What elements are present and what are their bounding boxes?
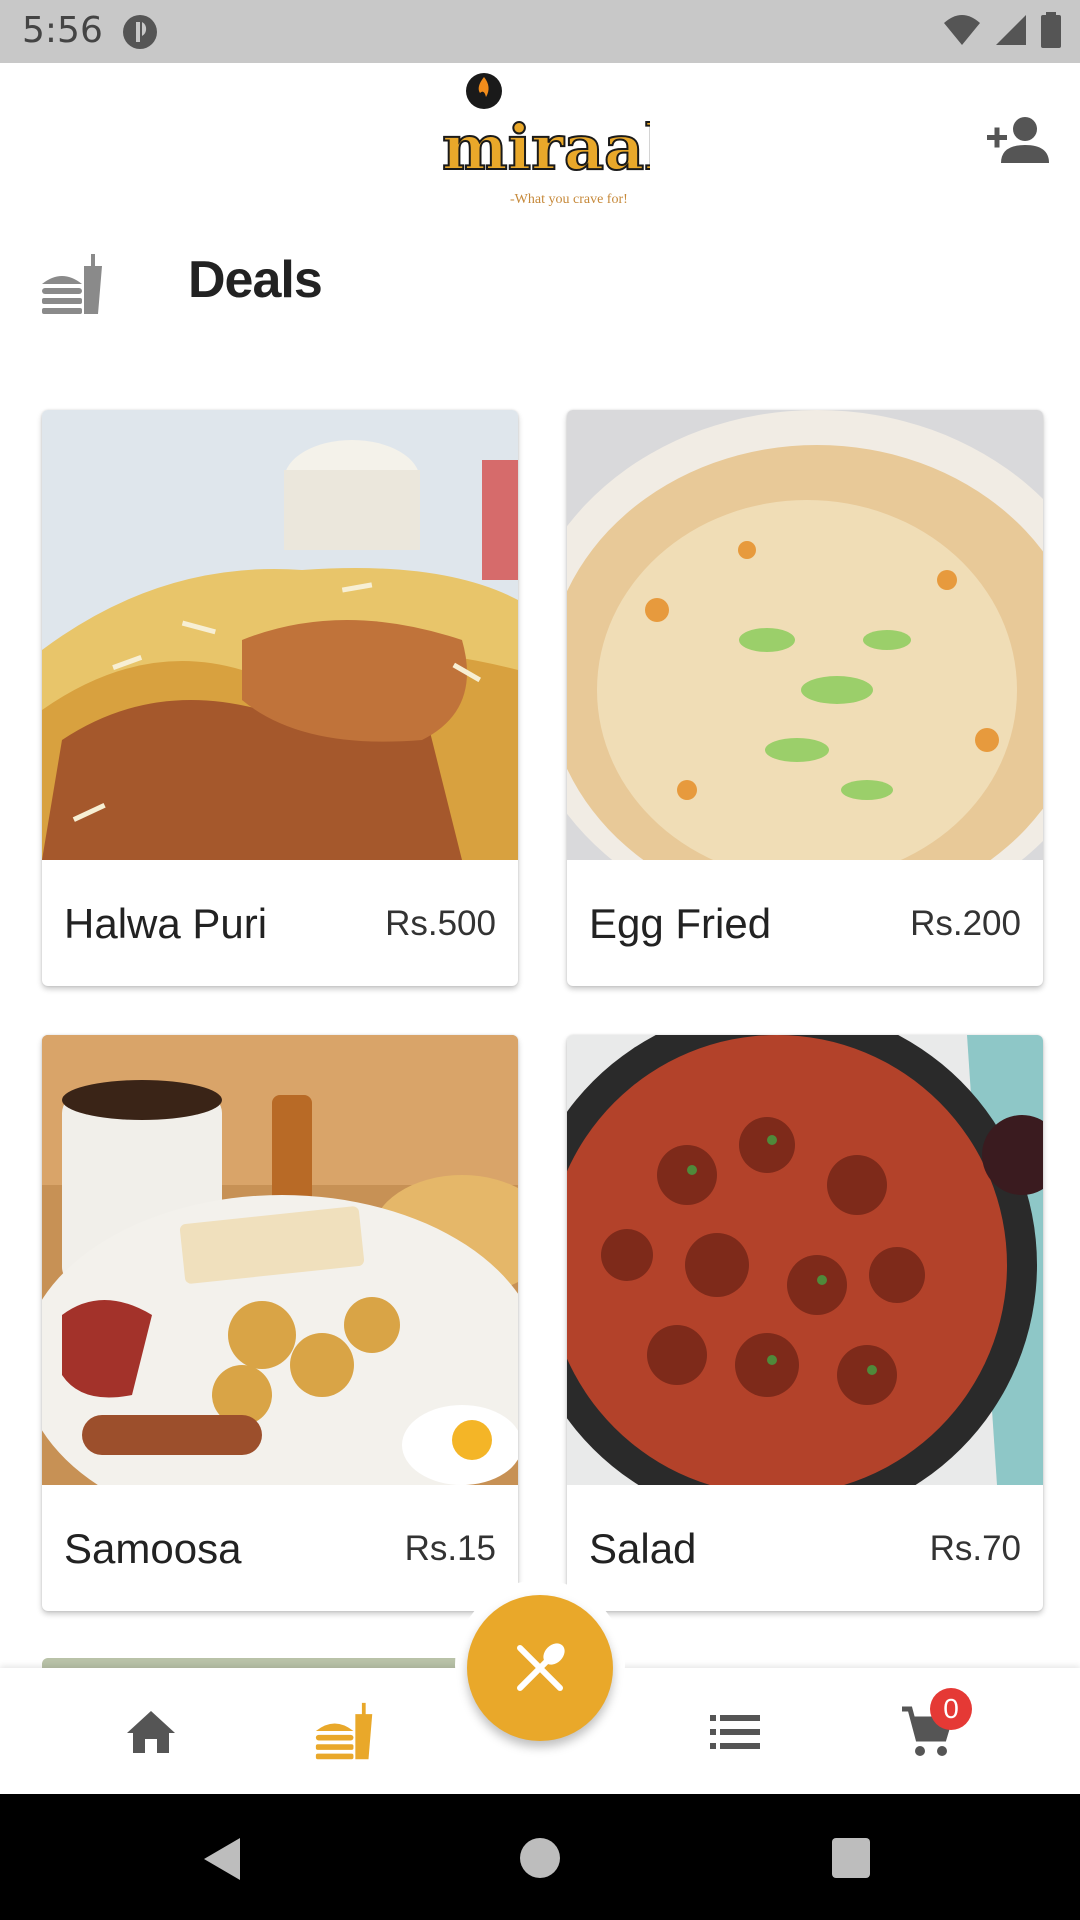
deal-card[interactable]: Halwa Puri Rs.500: [42, 410, 518, 986]
person-add-icon: [987, 117, 1049, 163]
recents-button[interactable]: [832, 1838, 870, 1878]
deal-name: Salad: [589, 1525, 697, 1572]
miraal-logo: miraal -What you crave for!: [441, 73, 650, 207]
deal-card[interactable]: Egg Fried Rs.200: [567, 410, 1043, 986]
deal-price: Rs.15: [404, 1529, 496, 1568]
page-title: Deals: [188, 251, 323, 309]
fastfood-icon: [42, 254, 102, 314]
logo-wordmark: miraal: [442, 111, 650, 184]
app-notification-icon: [123, 15, 157, 49]
deal-price: Rs.70: [929, 1529, 1021, 1568]
deal-name: Halwa Puri: [64, 900, 268, 947]
deal-card[interactable]: Samoosa Rs.15: [42, 1035, 518, 1611]
deal-price: Rs.500: [385, 904, 496, 943]
signal-icon: [996, 15, 1026, 45]
app-header: miraal -What you crave for!: [0, 63, 1080, 213]
deal-image: [567, 410, 1043, 860]
restaurant-icon: [517, 1643, 565, 1691]
nav-home[interactable]: [116, 1700, 186, 1764]
fastfood-icon: [315, 1702, 373, 1760]
back-icon[interactable]: [202, 1836, 242, 1882]
nav-orders[interactable]: [700, 1700, 770, 1764]
deal-name: Egg Fried: [589, 900, 772, 947]
battery-icon: [1041, 12, 1061, 48]
nav-deals[interactable]: [310, 1700, 380, 1764]
deal-card[interactable]: Salad Rs.70: [567, 1035, 1043, 1611]
status-time: 5:56: [22, 10, 103, 51]
list-icon: [710, 1715, 760, 1749]
deal-image: [42, 1035, 518, 1485]
logo-tagline: -What you crave for!: [510, 192, 628, 207]
deal-price: Rs.200: [910, 904, 1021, 943]
deal-image: [567, 1035, 1043, 1485]
menu-fab-button[interactable]: [467, 1595, 613, 1741]
deal-image: [42, 410, 518, 860]
home-icon: [127, 1711, 175, 1753]
deal-name: Samoosa: [64, 1525, 242, 1572]
wifi-icon: [944, 15, 980, 45]
status-bar: 5:56: [0, 0, 1080, 63]
cart-count-badge: 0: [930, 1688, 972, 1730]
add-user-button[interactable]: [985, 113, 1049, 169]
home-button[interactable]: [520, 1838, 560, 1878]
